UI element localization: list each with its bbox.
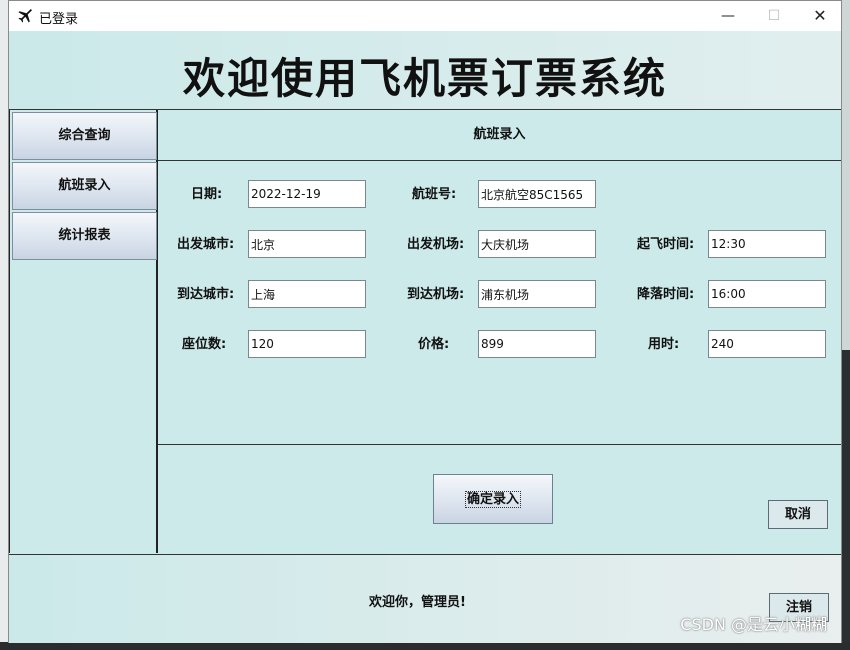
app-window: 已登录 — ☐ ✕ 欢迎使用飞机票订票系统 综合查询 航班录入 统计报表 航班录… xyxy=(8,0,842,643)
date-label: 日期: xyxy=(191,187,223,202)
maximize-button[interactable]: ☐ xyxy=(751,1,797,31)
arr-city-label: 到达城市: xyxy=(177,287,235,302)
sidebar-item-statistics[interactable]: 统计报表 xyxy=(12,212,157,260)
window-title: 已登录 xyxy=(39,12,79,27)
flight-entry-panel: 航班录入 日期: 航班号: 出发城市: 出发机场: 起飞时间: 到达城市: 到达… xyxy=(158,110,841,553)
arr-city-field[interactable] xyxy=(248,280,366,308)
dep-airport-field[interactable] xyxy=(478,230,596,258)
sidebar-item-flight-entry[interactable]: 航班录入 xyxy=(12,162,157,210)
price-field[interactable] xyxy=(478,330,596,358)
sidebar: 综合查询 航班录入 统计报表 xyxy=(9,110,158,553)
arr-time-label: 降落时间: xyxy=(637,287,695,302)
close-button[interactable]: ✕ xyxy=(797,1,843,31)
title-bar[interactable]: 已登录 — ☐ ✕ xyxy=(9,1,841,31)
panel-divider xyxy=(158,444,841,445)
section-title: 航班录入 xyxy=(158,110,841,161)
airplane-icon xyxy=(17,8,33,24)
dep-airport-label: 出发机场: xyxy=(407,237,465,252)
desktop-background-right xyxy=(842,0,850,650)
flight-no-label: 航班号: xyxy=(412,187,457,202)
banner: 欢迎使用飞机票订票系统 xyxy=(9,31,841,110)
desktop-background-left xyxy=(0,0,8,650)
desktop-taskbar-edge xyxy=(0,642,850,650)
seats-field[interactable] xyxy=(248,330,366,358)
submit-entry-button[interactable]: 确定录入 xyxy=(433,474,553,524)
system-title: 欢迎使用飞机票订票系统 xyxy=(182,54,667,103)
footer: 欢迎你，管理员! 注销 CSDN @是云小糊糊 xyxy=(9,554,841,643)
duration-field[interactable] xyxy=(708,330,826,358)
minimize-button[interactable]: — xyxy=(705,1,751,31)
arr-airport-field[interactable] xyxy=(478,280,596,308)
seats-label: 座位数: xyxy=(182,337,227,352)
flight-no-field[interactable] xyxy=(478,180,596,208)
dep-time-label: 起飞时间: xyxy=(637,237,695,252)
arr-time-field[interactable] xyxy=(708,280,826,308)
dep-city-label: 出发城市: xyxy=(177,237,235,252)
date-field[interactable] xyxy=(248,180,366,208)
watermark-text: CSDN @是云小糊糊 xyxy=(680,615,827,634)
submit-entry-label: 确定录入 xyxy=(464,491,521,508)
dep-time-field[interactable] xyxy=(708,230,826,258)
sidebar-item-query[interactable]: 综合查询 xyxy=(12,112,157,160)
price-label: 价格: xyxy=(418,337,450,352)
cancel-button[interactable]: 取消 xyxy=(768,500,828,529)
arr-airport-label: 到达机场: xyxy=(407,287,465,302)
dep-city-field[interactable] xyxy=(248,230,366,258)
duration-label: 用时: xyxy=(648,337,680,352)
client-area: 欢迎使用飞机票订票系统 综合查询 航班录入 统计报表 航班录入 日期: 航班号:… xyxy=(9,31,841,643)
welcome-message: 欢迎你，管理员! xyxy=(369,595,466,610)
